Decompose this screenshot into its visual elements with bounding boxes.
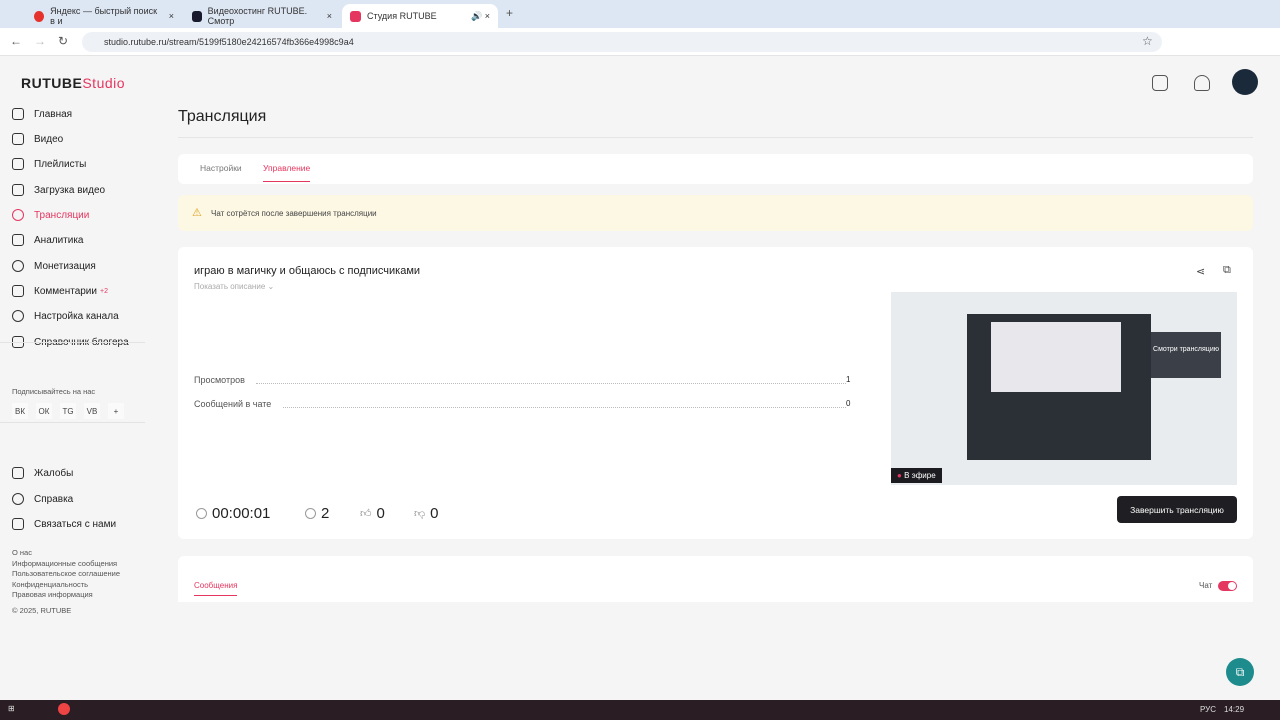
page-title: Трансляция: [178, 108, 267, 125]
rutube-icon: [192, 10, 202, 22]
tab-messages[interactable]: Сообщения: [194, 581, 238, 596]
browser-tab-active[interactable]: Студия RUTUBE 🔊 ×: [342, 4, 498, 28]
back-icon[interactable]: ←: [10, 34, 22, 48]
chat-card: Сообщения Чат: [178, 556, 1253, 602]
clock[interactable]: 14:29: [1224, 705, 1244, 714]
viewers: 2: [305, 505, 329, 522]
tab-management[interactable]: Управление: [263, 163, 311, 182]
link-about[interactable]: О нас: [12, 548, 120, 559]
add-icon[interactable]: [1152, 75, 1168, 91]
sidebar-item-streams[interactable]: Трансляции: [12, 209, 89, 221]
broadcast-icon: [12, 209, 24, 221]
vk-icon[interactable]: ВК: [12, 403, 28, 419]
external-link-icon[interactable]: ⧉: [1223, 264, 1231, 277]
gear-icon: [12, 310, 24, 322]
star-icon[interactable]: ☆: [1142, 34, 1153, 48]
sidebar-item-upload[interactable]: Загрузка видео: [12, 184, 105, 196]
support-chat-button[interactable]: ⧉: [1226, 658, 1254, 686]
social-links: ВК ОК TG VB +: [12, 403, 124, 419]
bell-icon[interactable]: [1194, 75, 1210, 91]
stream-title: играю в магичку и общаюсь с подписчиками: [194, 265, 421, 277]
share-icon[interactable]: ⋖: [1196, 265, 1205, 278]
sidebar-item-complaints[interactable]: Жалобы: [12, 467, 73, 479]
chat-toggle-label: Чат: [1199, 581, 1213, 590]
thumb-up-icon: 👍︎: [360, 508, 372, 520]
browser-taskbar-icon[interactable]: [58, 703, 70, 715]
telegram-icon[interactable]: TG: [60, 403, 76, 419]
help-icon: [12, 493, 24, 505]
thumb-down-icon: 👎︎: [414, 508, 426, 520]
home-icon: [12, 108, 24, 120]
link-terms[interactable]: Пользовательское соглашение: [12, 569, 120, 580]
sidebar-item-help[interactable]: Справка: [12, 493, 73, 505]
avatar[interactable]: [1232, 69, 1258, 95]
warning-icon: ⚠: [192, 207, 202, 219]
sidebar-item-analytics[interactable]: Аналитика: [12, 234, 84, 246]
link-info[interactable]: Информационные сообщения: [12, 559, 120, 570]
link-privacy[interactable]: Конфиденциальность: [12, 580, 120, 591]
sidebar-item-comments[interactable]: Комментарии +2: [12, 285, 108, 297]
browser-tab[interactable]: Видеохостинг RUTUBE. Смотр ×: [184, 4, 340, 28]
browser-tabbar: Яндекс — быстрый поиск в и × Видеохостинг…: [0, 0, 1280, 28]
flag-icon: [12, 467, 24, 479]
url-input[interactable]: studio.rutube.ru/stream/5199f5180e242165…: [82, 32, 1162, 52]
footer-links: О нас Информационные сообщения Пользоват…: [12, 548, 120, 616]
browser-tab[interactable]: Яндекс — быстрый поиск в и ×: [26, 4, 182, 28]
address-bar: ← → ↻ studio.rutube.ru/stream/5199f5180e…: [0, 28, 1280, 56]
upload-icon: [12, 184, 24, 196]
chat-toggle[interactable]: [1218, 581, 1237, 591]
ok-icon[interactable]: ОК: [36, 403, 52, 419]
sidebar-item-channel-settings[interactable]: Настройка канала: [12, 310, 119, 322]
warning-banner: ⚠ Чат сотрётся после завершения трансляц…: [178, 195, 1253, 231]
views-value: 1: [846, 375, 851, 384]
sidebar-item-monetization[interactable]: Монетизация: [12, 260, 96, 272]
plus-icon[interactable]: +: [108, 403, 124, 419]
comment-icon: [12, 285, 24, 297]
sidebar-item-contact[interactable]: Связаться с нами: [12, 518, 116, 530]
likes: 👍︎ 0: [360, 505, 385, 522]
tab-settings[interactable]: Настройки: [200, 163, 242, 173]
duration: 00:00:01: [196, 505, 270, 522]
mail-icon: [12, 518, 24, 530]
logo[interactable]: RUTUBEStudio: [21, 75, 125, 91]
chat-messages-value: 0: [846, 399, 851, 408]
end-stream-button[interactable]: Завершить трансляцию: [1117, 496, 1237, 523]
live-badge: ● В эфире: [891, 468, 942, 483]
tabs-card: Настройки Управление: [178, 154, 1253, 184]
viber-icon[interactable]: VB: [84, 403, 100, 419]
chat-messages-label: Сообщений в чате: [194, 399, 272, 409]
list-icon: [12, 158, 24, 170]
video-icon: [12, 133, 24, 145]
dislikes: 👎︎ 0: [414, 505, 439, 522]
reload-icon[interactable]: ↻: [58, 34, 68, 48]
chart-icon: [12, 234, 24, 246]
views-label: Просмотров: [194, 375, 245, 385]
stream-preview[interactable]: Смотри трансляцию ● В эфире: [891, 292, 1237, 485]
copyright: © 2025, RUTUBE: [12, 605, 72, 615]
taskbar: ⊞ РУС 14:29: [0, 700, 1280, 720]
user-icon: [305, 508, 316, 519]
sidebar: RUTUBEStudio Главная Видео Плейлисты Заг…: [0, 57, 160, 700]
studio-icon: [350, 10, 361, 22]
subscribe-label: Подписывайтесь на нас: [12, 387, 96, 396]
yandex-icon: [34, 10, 45, 22]
sidebar-item-playlists[interactable]: Плейлисты: [12, 158, 86, 170]
link-legal[interactable]: Правовая информация: [12, 590, 120, 601]
ruble-icon: [12, 260, 24, 272]
sidebar-item-home[interactable]: Главная: [12, 108, 72, 120]
sidebar-item-video[interactable]: Видео: [12, 133, 63, 145]
show-description-link[interactable]: Показать описание ⌄: [194, 282, 274, 291]
clock-icon: [196, 508, 207, 519]
language-indicator[interactable]: РУС: [1200, 705, 1216, 714]
new-tab-button[interactable]: +: [506, 6, 513, 20]
forward-icon[interactable]: →: [34, 34, 46, 48]
start-icon[interactable]: ⊞: [8, 704, 15, 713]
